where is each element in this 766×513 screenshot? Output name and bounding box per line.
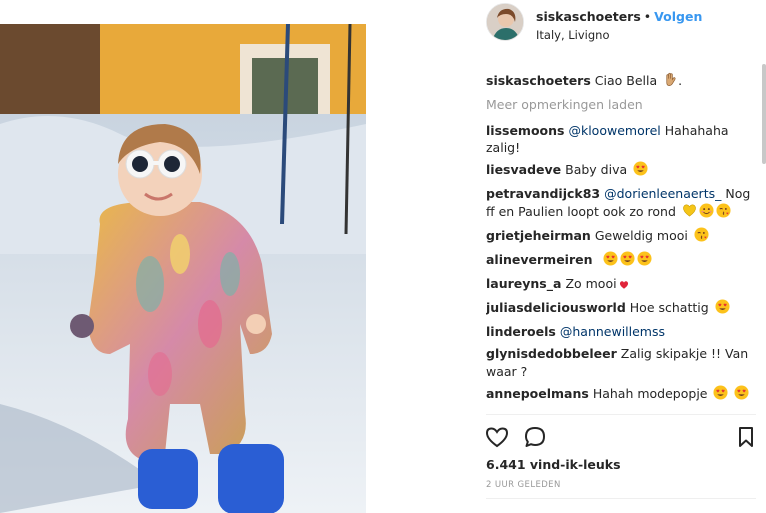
comment-item: glynisdedobbeleer Zalig skipakje !! Van w… (486, 345, 758, 380)
heart-eyes-icon (636, 251, 652, 271)
caption: siskaschoeters Ciao Bella . (486, 72, 758, 92)
load-more-comments[interactable]: Meer opmerkingen laden (486, 96, 758, 114)
separator-dot: • (643, 9, 652, 24)
comment-button[interactable] (522, 424, 548, 450)
heart-eyes-icon (713, 385, 728, 405)
comment-text: Geweldig mooi (594, 227, 688, 243)
comment-username[interactable]: alinevermeiren (486, 252, 593, 267)
comment-item: grietjeheirman Geweldig mooi (486, 227, 758, 247)
comment-item: lissemoons @kloowemorel Hahahaha zalig! (486, 122, 758, 157)
red-heart-icon (619, 277, 629, 295)
comment-mention[interactable]: @dorienleenaerts_ (604, 186, 721, 201)
divider (486, 498, 756, 499)
post-photo[interactable] (0, 24, 366, 513)
comment-username[interactable]: annepoelmans (486, 386, 589, 401)
kiss-icon (694, 227, 709, 247)
heart-eyes-icon (715, 299, 730, 319)
heart-eyes-icon (633, 161, 648, 181)
like-button[interactable] (484, 424, 510, 450)
comment-item: liesvadeve Baby diva (486, 161, 758, 181)
header-username[interactable]: siskaschoeters (536, 9, 641, 24)
comment-item: laureyns_a Zo mooi (486, 275, 758, 295)
header-user-line: siskaschoeters • Volgen (536, 9, 702, 24)
photo-illustration (0, 24, 366, 513)
kiss-icon (716, 203, 731, 223)
follow-button[interactable]: Volgen (654, 9, 702, 24)
caption-username[interactable]: siskaschoeters (486, 73, 591, 88)
smile-icon (699, 203, 714, 223)
yellow-heart-icon (682, 203, 697, 223)
comment-item: annepoelmans Hahah modepopje (486, 385, 758, 405)
location-link[interactable]: Italy, Livigno (536, 28, 610, 42)
divider (486, 414, 756, 415)
avatar[interactable] (486, 3, 524, 41)
comment-username[interactable]: linderoels (486, 324, 556, 339)
speech-bubble-icon (525, 427, 545, 447)
comments-scrollbar[interactable] (762, 64, 766, 164)
likes-count[interactable]: 6.441 vind-ik-leuks (486, 457, 621, 472)
comment-username[interactable]: glynisdedobbeleer (486, 346, 617, 361)
comment-text: Hoe schattig (629, 300, 709, 316)
comment-text: Hahah modepopje (592, 385, 708, 401)
heart-outline-icon (485, 427, 509, 448)
comment-mention[interactable]: @hannewillemss (560, 324, 665, 339)
heart-eyes-icon (602, 251, 618, 271)
post-side-panel: siskaschoeters • Volgen Italy, Livigno sis… (470, 0, 766, 513)
post-timestamp[interactable]: 2 UUR GELEDEN (486, 480, 561, 490)
comment-item: linderoels @hannewillemss (486, 323, 758, 341)
comment-item: juliasdeliciousworld Hoe schattig (486, 299, 758, 319)
avatar-image (487, 4, 523, 40)
save-button[interactable] (733, 424, 759, 450)
comment-username[interactable]: grietjeheirman (486, 228, 591, 243)
comment-mention[interactable]: @kloowemorel (568, 123, 660, 138)
comments-list: siskaschoeters Ciao Bella . Meer opmerkin… (486, 72, 758, 410)
comment-item: petravandijck83 @dorienleenaerts_ Nog ff … (486, 185, 758, 222)
action-bar (484, 424, 759, 450)
comment-username[interactable]: liesvadeve (486, 162, 561, 177)
comment-username[interactable]: laureyns_a (486, 276, 561, 291)
waving-hand-icon (663, 72, 678, 92)
comment-text: Baby diva (565, 162, 628, 178)
comment-username[interactable]: juliasdeliciousworld (486, 300, 626, 315)
comment-username[interactable]: petravandijck83 (486, 186, 600, 201)
bookmark-icon (739, 427, 753, 447)
comment-username[interactable]: lissemoons (486, 123, 564, 138)
comment-item: alinevermeiren (486, 251, 758, 271)
heart-eyes-icon (619, 251, 635, 271)
comment-text: Zo mooi (565, 276, 617, 292)
caption-text: Ciao Bella (594, 73, 658, 88)
heart-eyes-icon (734, 385, 749, 405)
post-header: siskaschoeters • Volgen Italy, Livigno (486, 3, 766, 43)
